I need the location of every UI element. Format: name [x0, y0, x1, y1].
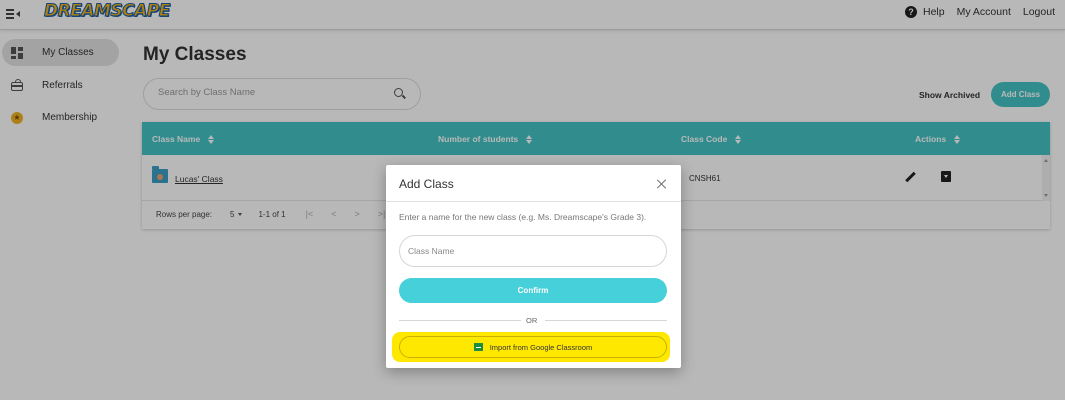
or-divider-text: OR — [526, 316, 538, 325]
or-divider-right — [545, 320, 667, 321]
class-name-input[interactable] — [399, 235, 667, 267]
or-divider-left — [399, 320, 521, 321]
add-class-dialog: Add Class Enter a name for the new class… — [386, 165, 681, 368]
dialog-header: Add Class — [386, 165, 681, 202]
import-google-classroom-button[interactable]: Import from Google Classroom — [399, 336, 667, 358]
dialog-description: Enter a name for the new class (e.g. Ms.… — [399, 212, 647, 222]
confirm-button[interactable]: Confirm — [399, 278, 667, 303]
close-icon[interactable] — [657, 179, 667, 189]
import-google-classroom-label: Import from Google Classroom — [489, 342, 593, 352]
dialog-title: Add Class — [399, 177, 454, 191]
google-classroom-icon — [473, 343, 483, 351]
